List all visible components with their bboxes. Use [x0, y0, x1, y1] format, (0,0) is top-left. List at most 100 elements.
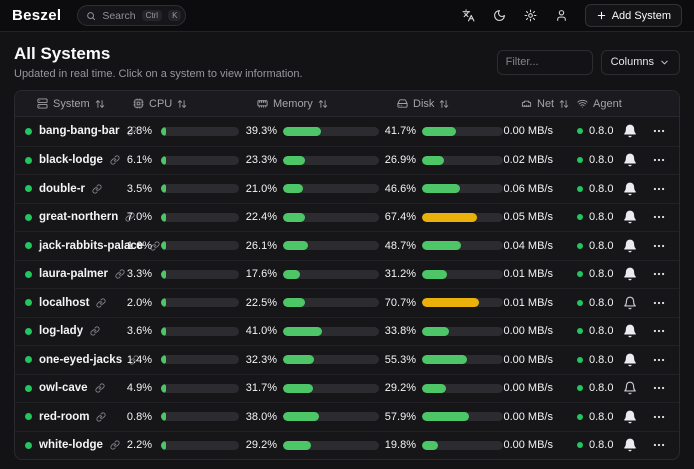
user-menu-button[interactable]: [550, 4, 574, 28]
row-menu-button[interactable]: [649, 378, 669, 398]
disk-bar: [422, 298, 503, 307]
system-name: black-lodge: [39, 154, 103, 166]
row-menu-button[interactable]: [649, 179, 669, 199]
row-menu-button[interactable]: [649, 407, 669, 427]
disk-bar: [422, 184, 503, 193]
agent-version: 0.8.0: [589, 211, 613, 223]
column-header-net[interactable]: Net: [505, 98, 557, 110]
table-row[interactable]: localhost 2.0% 22.5% 70.7% 0.01 MB/s 0.8…: [15, 288, 679, 317]
alerts-bell-button[interactable]: [620, 150, 640, 170]
status-up-dot: [25, 185, 32, 192]
ellipsis-icon: [652, 438, 666, 452]
status-up-dot: [25, 413, 32, 420]
memory-bar: [283, 384, 379, 393]
alerts-bell-button[interactable]: [620, 236, 640, 256]
memory-value: 23.3%: [239, 154, 277, 166]
cpu-bar-fill: [161, 270, 166, 279]
columns-button[interactable]: Columns: [601, 50, 680, 75]
table-row[interactable]: red-room 0.8% 38.0% 57.9% 0.00 MB/s 0.8.…: [15, 402, 679, 431]
settings-button[interactable]: [519, 4, 543, 28]
row-menu-button[interactable]: [649, 435, 669, 455]
net-value: 0.04 MB/s: [503, 240, 553, 252]
link-icon: [95, 383, 105, 393]
columns-label: Columns: [611, 56, 654, 68]
table-row[interactable]: double-r 3.5% 21.0% 46.6% 0.06 MB/s 0.8.…: [15, 174, 679, 203]
column-header-memory[interactable]: Memory: [239, 98, 381, 110]
memory-value: 41.0%: [239, 325, 277, 337]
column-header-disk[interactable]: Disk: [381, 98, 505, 110]
disk-bar-fill: [422, 184, 460, 193]
alerts-bell-button[interactable]: [620, 264, 640, 284]
disk-value: 70.7%: [381, 297, 416, 309]
ellipsis-icon: [652, 324, 666, 338]
table-row[interactable]: black-lodge 6.1% 23.3% 26.9% 0.02 MB/s 0…: [15, 146, 679, 175]
page-header: All Systems Updated in real time. Click …: [14, 44, 680, 80]
alerts-bell-button[interactable]: [620, 293, 640, 313]
column-header-cpu[interactable]: CPU: [125, 98, 239, 110]
disk-bar: [422, 384, 503, 393]
row-menu-button[interactable]: [649, 350, 669, 370]
disk-bar-fill: [422, 127, 456, 136]
disk-bar-fill: [422, 270, 447, 279]
disk-bar: [422, 213, 503, 222]
alerts-bell-button[interactable]: [620, 321, 640, 341]
table-row[interactable]: bang-bang-bar 2.8% 39.3% 41.7% 0.00 MB/s…: [15, 117, 679, 146]
row-menu-button[interactable]: [649, 121, 669, 141]
cpu-value: 4.9%: [125, 382, 152, 394]
alerts-bell-button[interactable]: [620, 378, 640, 398]
add-system-button[interactable]: Add System: [585, 4, 682, 27]
link-icon: [92, 184, 102, 194]
memory-bar-fill: [283, 127, 321, 136]
alerts-bell-button[interactable]: [620, 350, 640, 370]
alerts-bell-button[interactable]: [620, 179, 640, 199]
ellipsis-icon: [652, 124, 666, 138]
hard-drive-icon: [397, 98, 408, 109]
filter-input[interactable]: [497, 50, 593, 75]
row-menu-button[interactable]: [649, 293, 669, 313]
alerts-bell-button[interactable]: [620, 407, 640, 427]
memory-bar-fill: [283, 298, 305, 307]
memory-bar: [283, 355, 379, 364]
alerts-bell-button[interactable]: [620, 207, 640, 227]
table-row[interactable]: laura-palmer 3.3% 17.6% 31.2% 0.01 MB/s …: [15, 260, 679, 289]
row-menu-button[interactable]: [649, 150, 669, 170]
disk-bar-fill: [422, 412, 469, 421]
table-body: bang-bang-bar 2.8% 39.3% 41.7% 0.00 MB/s…: [15, 117, 679, 459]
row-menu-button[interactable]: [649, 321, 669, 341]
table-row[interactable]: great-northern 7.0% 22.4% 67.4% 0.05 MB/…: [15, 203, 679, 232]
row-menu-button[interactable]: [649, 264, 669, 284]
table-row[interactable]: log-lady 3.6% 41.0% 33.8% 0.00 MB/s 0.8.…: [15, 317, 679, 346]
memory-bar: [283, 127, 379, 136]
net-value: 0.00 MB/s: [503, 354, 553, 366]
agent-status-dot: [577, 157, 583, 163]
alerts-bell-button[interactable]: [620, 121, 640, 141]
disk-bar: [422, 441, 503, 450]
navbar: Beszel Search Ctrl K Add System: [0, 0, 694, 32]
table-row[interactable]: one-eyed-jacks 1.4% 32.3% 55.3% 0.00 MB/…: [15, 345, 679, 374]
bell-icon: [623, 239, 637, 253]
global-search-button[interactable]: Search Ctrl K: [77, 5, 186, 26]
cpu-bar-fill: [161, 156, 166, 165]
row-menu-button[interactable]: [649, 207, 669, 227]
table-row[interactable]: owl-cave 4.9% 31.7% 29.2% 0.00 MB/s 0.8.…: [15, 374, 679, 403]
bell-icon: [623, 182, 637, 196]
net-value: 0.00 MB/s: [503, 382, 553, 394]
column-header-system[interactable]: System: [15, 98, 125, 110]
table-row[interactable]: white-lodge 2.2% 29.2% 19.8% 0.00 MB/s 0…: [15, 431, 679, 460]
row-menu-button[interactable]: [649, 236, 669, 256]
theme-toggle-button[interactable]: [488, 4, 512, 28]
ellipsis-icon: [652, 182, 666, 196]
bell-icon: [623, 267, 637, 281]
bell-icon: [623, 410, 637, 424]
net-value: 0.01 MB/s: [503, 297, 553, 309]
language-button[interactable]: [457, 4, 481, 28]
alerts-bell-button[interactable]: [620, 435, 640, 455]
system-name: white-lodge: [39, 439, 103, 451]
net-value: 0.02 MB/s: [503, 154, 553, 166]
chevron-down-icon: [659, 57, 670, 68]
column-header-agent[interactable]: Agent: [557, 98, 611, 110]
cpu-value: 2.2%: [125, 439, 152, 451]
memory-bar-fill: [283, 241, 308, 250]
link-icon: [110, 155, 120, 165]
table-row[interactable]: jack-rabbits-palace 1.6% 26.1% 48.7% 0.0…: [15, 231, 679, 260]
